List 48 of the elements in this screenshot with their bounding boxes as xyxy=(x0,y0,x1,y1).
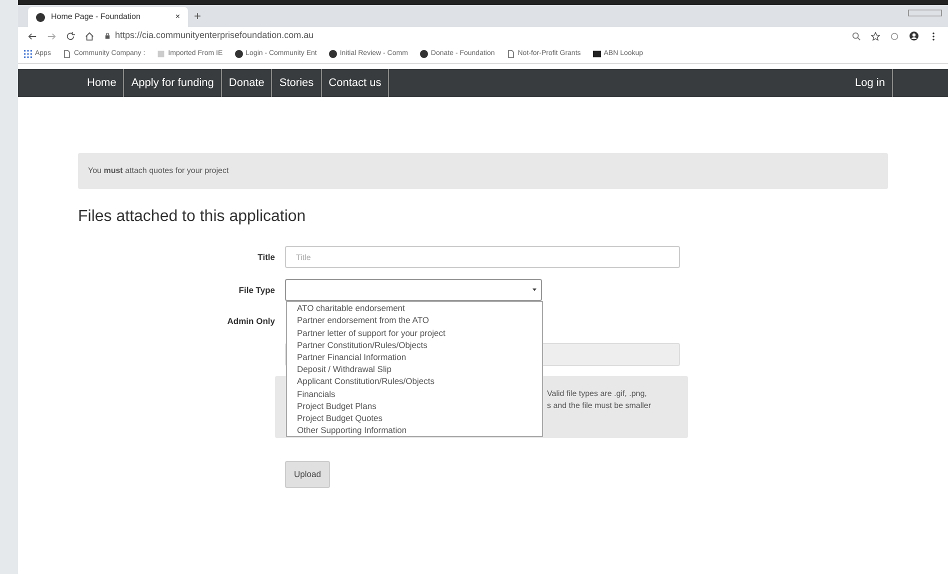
logo-icon xyxy=(592,50,601,58)
lock-icon xyxy=(104,32,111,40)
upload-button[interactable]: Upload xyxy=(285,460,330,488)
site-icon xyxy=(420,50,428,58)
url-field[interactable]: https://cia.communityenterprisefoundation.com.au xyxy=(115,29,842,43)
dropdown-option[interactable]: ATO charitable endorsement xyxy=(297,302,532,314)
close-icon[interactable]: × xyxy=(175,11,180,23)
tab-title: Home Page - Foundation xyxy=(51,11,142,23)
caret-icon xyxy=(532,287,537,292)
browser-tab[interactable]: Home Page - Foundation × xyxy=(28,7,188,27)
home-icon xyxy=(85,32,94,40)
nav-link[interactable]: Home xyxy=(80,69,124,97)
dropdown-option[interactable]: Project Budget Quotes xyxy=(297,412,532,424)
site-icon xyxy=(36,12,45,22)
title-input[interactable]: Title xyxy=(285,246,680,268)
zoom-icon xyxy=(852,32,861,40)
dropdown-option[interactable]: Applicant Constitution/Rules/Objects xyxy=(297,375,532,388)
dropdown-option[interactable]: Deposit / Withdrawal Slip xyxy=(297,363,532,376)
field-label: Admin Only xyxy=(226,315,275,328)
nav-link[interactable]: Stories xyxy=(272,69,322,97)
account-icon xyxy=(909,31,919,41)
back-icon xyxy=(28,32,37,40)
dropdown-option[interactable]: Partner Constitution/Rules/Objects xyxy=(297,338,532,351)
site-icon xyxy=(234,50,243,58)
dropdown-option[interactable]: Other Supporting Information xyxy=(297,424,532,436)
nav-link[interactable]: Donate xyxy=(222,69,272,97)
field-label: Title xyxy=(256,250,275,264)
page-icon xyxy=(62,50,71,58)
forward-icon xyxy=(47,32,56,40)
star-icon xyxy=(871,32,880,40)
site-icon xyxy=(328,50,337,58)
login-link[interactable]: Log in xyxy=(848,69,893,97)
dropdown-option[interactable]: Project Budget Plans xyxy=(297,400,532,412)
alert-message: You must attach quotes for your project xyxy=(78,153,888,189)
section-heading: Files attached to this application xyxy=(78,207,307,226)
dropdown-option[interactable]: Partner letter of support for your project xyxy=(297,326,532,339)
nav-link[interactable]: Apply for funding xyxy=(124,69,222,97)
info-text: Valid file types are .gif, .png, xyxy=(547,388,648,400)
info-text: s and the file must be smaller xyxy=(547,400,652,412)
nav-link[interactable]: Contact us xyxy=(322,69,390,97)
page-icon xyxy=(506,50,515,58)
apps-grid-icon xyxy=(24,50,32,58)
new-tab-button[interactable]: + xyxy=(194,7,202,25)
reload-icon xyxy=(66,32,75,40)
field-label: File Type xyxy=(238,284,275,297)
dropdown-option[interactable]: Partner endorsement from the ATO xyxy=(297,314,532,327)
dropdown-option[interactable]: Partner Financial Information xyxy=(297,351,532,364)
dropdown-option[interactable]: Financials xyxy=(297,388,532,400)
